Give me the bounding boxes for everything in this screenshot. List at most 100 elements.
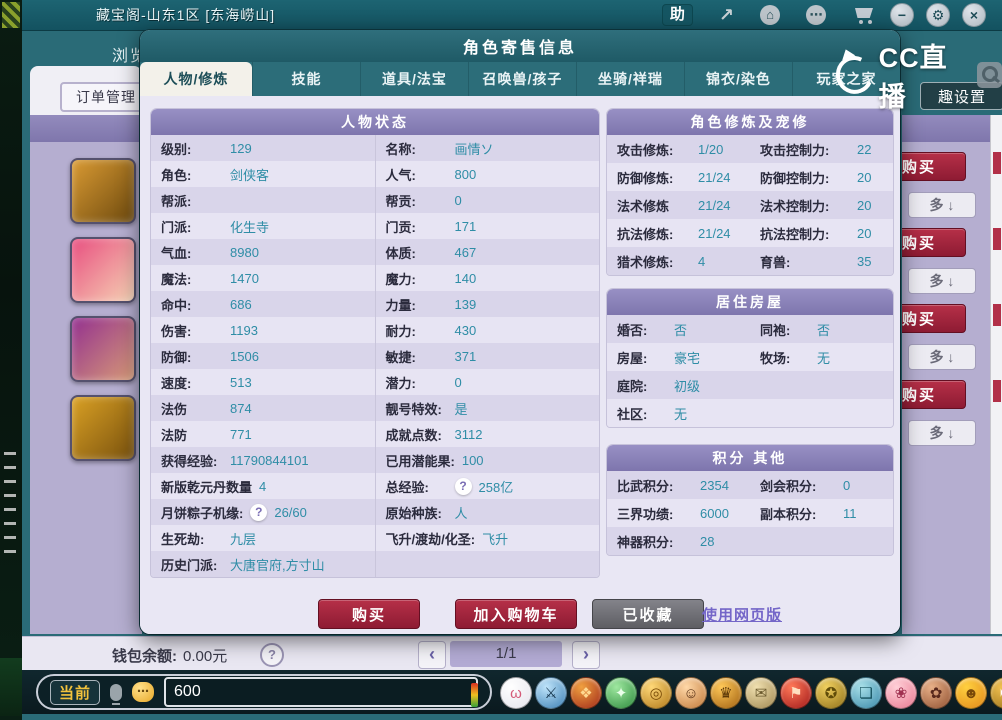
stat-cell: 剑会积分: 0	[750, 471, 893, 499]
sword-icon[interactable]: ⚔	[535, 677, 567, 709]
microphone-icon[interactable]	[110, 683, 123, 705]
chat-input[interactable]	[164, 677, 478, 707]
chat-icon[interactable]: ⋯	[806, 5, 826, 25]
next-page-button[interactable]: ›	[572, 641, 600, 669]
stat-value: 467	[454, 244, 477, 260]
golden-wheel-icon[interactable]: ✪	[815, 677, 847, 709]
stat-label: 伤害:	[161, 323, 192, 339]
tiger-head-icon[interactable]: ♛	[710, 677, 742, 709]
satchel-icon[interactable]: ❖	[570, 677, 602, 709]
stat-label: 抗法控制力:	[760, 226, 830, 242]
cat-icon[interactable]: ω	[500, 677, 532, 709]
dialog-tab[interactable]: 召唤兽/孩子	[468, 62, 576, 96]
help-icon[interactable]: ?	[250, 503, 268, 521]
help-icon[interactable]: ?	[454, 477, 472, 495]
avatar-gold-tiger-2[interactable]	[70, 395, 136, 461]
favorited-button[interactable]: 已收藏	[592, 599, 704, 629]
stat-cell: 同袍: 否	[750, 315, 893, 343]
share-icon[interactable]: ↗	[719, 5, 734, 25]
coins-icon[interactable]: ◎	[640, 677, 672, 709]
stat-cell: 猎术修炼: 4	[607, 247, 750, 275]
add-to-cart-button[interactable]: 加入购物车	[455, 599, 577, 629]
smiley-icon[interactable]: ☻	[955, 677, 987, 709]
avatar-gold-tiger[interactable]	[70, 158, 136, 224]
buy-button[interactable]: 购买	[318, 599, 420, 629]
stat-value: 人	[454, 505, 468, 521]
gem-hand-icon[interactable]: ✦	[605, 677, 637, 709]
background-buy-button[interactable]: 购买	[902, 380, 966, 409]
stat-label: 比武积分:	[617, 478, 674, 494]
scrollbar[interactable]	[990, 115, 1002, 634]
dialog-tab[interactable]: 坐骑/祥瑞	[576, 62, 684, 96]
dialog-tab[interactable]: 人物/修炼	[140, 62, 252, 96]
scrollbar-mark	[993, 380, 1001, 402]
order-manage-button[interactable]: 订单管理	[60, 82, 152, 112]
volume-gradient-bar	[471, 683, 478, 707]
stat-label: 原始种族:	[385, 505, 442, 521]
avatar-purple-haired-boy[interactable]	[70, 316, 136, 382]
shield-icon[interactable]: ✠	[990, 677, 1002, 709]
game-chat-bar: 当前 ⋯ ω⚔❖✦◎☺♛✉⚑✪❏❀✿☻✠▤	[22, 670, 1002, 714]
stat-cell: 潜力: 0	[374, 369, 600, 395]
chat-bubble-icon[interactable]: ⋯	[132, 682, 155, 702]
web-version-link[interactable]: 使用网页版	[702, 604, 782, 625]
dialog-tab[interactable]: 道具/法宝	[360, 62, 468, 96]
stat-value: 画情ソ	[454, 141, 494, 157]
stat-label: 名称:	[385, 141, 416, 157]
settings-icon[interactable]: ⚙	[926, 3, 950, 27]
background-more-button[interactable]: 多 ↓	[908, 420, 976, 446]
knot-icon[interactable]: ✿	[920, 677, 952, 709]
avatar-red-haired-girl[interactable]	[70, 237, 136, 303]
stat-label: 门贡:	[385, 219, 416, 235]
prev-page-button[interactable]: ‹	[418, 641, 446, 669]
background-buy-button[interactable]: 购买	[902, 228, 966, 257]
stat-value: 大唐官府,方寸山	[230, 557, 325, 573]
panel-title: 人物状态	[151, 109, 599, 135]
stat-value: 否	[817, 322, 831, 338]
scroll-icon[interactable]: ✉	[745, 677, 777, 709]
stat-value: 22	[857, 141, 872, 157]
current-channel-button[interactable]: 当前	[50, 679, 101, 705]
background-buy-button[interactable]: 购买	[902, 304, 966, 333]
chat-pill: 当前 ⋯	[36, 674, 492, 710]
peach-icon[interactable]: ❀	[885, 677, 917, 709]
table-row: 命中: 686 力量: 139	[151, 291, 599, 317]
top-left-panel: 订单管理	[30, 66, 152, 115]
help-button[interactable]: 助	[661, 4, 693, 26]
window-controls: − ⚙ ×	[890, 3, 986, 27]
stat-value: 28	[700, 533, 715, 549]
close-icon[interactable]: ×	[962, 3, 986, 27]
background-more-button[interactable]: 多 ↓	[908, 344, 976, 370]
background-buy-button[interactable]: 购买	[902, 152, 966, 181]
help-icon[interactable]: ?	[260, 643, 284, 667]
stat-label: 敏捷:	[385, 349, 416, 365]
stat-cell	[750, 399, 893, 427]
stat-label: 三界功绩:	[617, 506, 674, 522]
stat-label: 帮贡:	[385, 193, 416, 209]
stat-value: 4	[259, 478, 267, 494]
dialog-tab[interactable]: 锦衣/染色	[684, 62, 792, 96]
minimize-icon[interactable]: −	[890, 3, 914, 27]
cart-icon[interactable]	[852, 6, 876, 24]
stat-label: 总经验:	[385, 479, 429, 495]
table-row: 气血: 8980 体质: 467	[151, 239, 599, 265]
search-icon[interactable]	[977, 62, 1002, 88]
child-icon[interactable]: ☺	[675, 677, 707, 709]
stat-cell: 抗法控制力: 20	[750, 219, 893, 247]
stat-cell: 帮贡: 0	[374, 187, 600, 213]
stat-value: 20	[857, 225, 872, 241]
table-row: 生死劫: 九层 飞升/渡劫/化圣: 飞升	[151, 525, 599, 551]
blue-map-icon[interactable]: ❏	[850, 677, 882, 709]
stat-label: 防御修炼:	[617, 170, 674, 186]
home-icon[interactable]: ⌂	[760, 5, 780, 25]
stat-value: 飞升	[482, 531, 509, 547]
red-pouch-icon[interactable]: ⚑	[780, 677, 812, 709]
game-icon-tray: ω⚔❖✦◎☺♛✉⚑✪❏❀✿☻✠▤	[500, 677, 1002, 709]
stat-value: 21/24	[698, 169, 731, 185]
game-edge-foliage	[2, 2, 20, 28]
table-row: 抗法修炼: 21/24 抗法控制力: 20	[607, 219, 893, 247]
dialog-tab[interactable]: 技能	[252, 62, 360, 96]
background-more-button[interactable]: 多 ↓	[908, 268, 976, 294]
background-more-button[interactable]: 多 ↓	[908, 192, 976, 218]
stat-cell: 月饼粽子机缘:? 26/60	[151, 499, 375, 525]
